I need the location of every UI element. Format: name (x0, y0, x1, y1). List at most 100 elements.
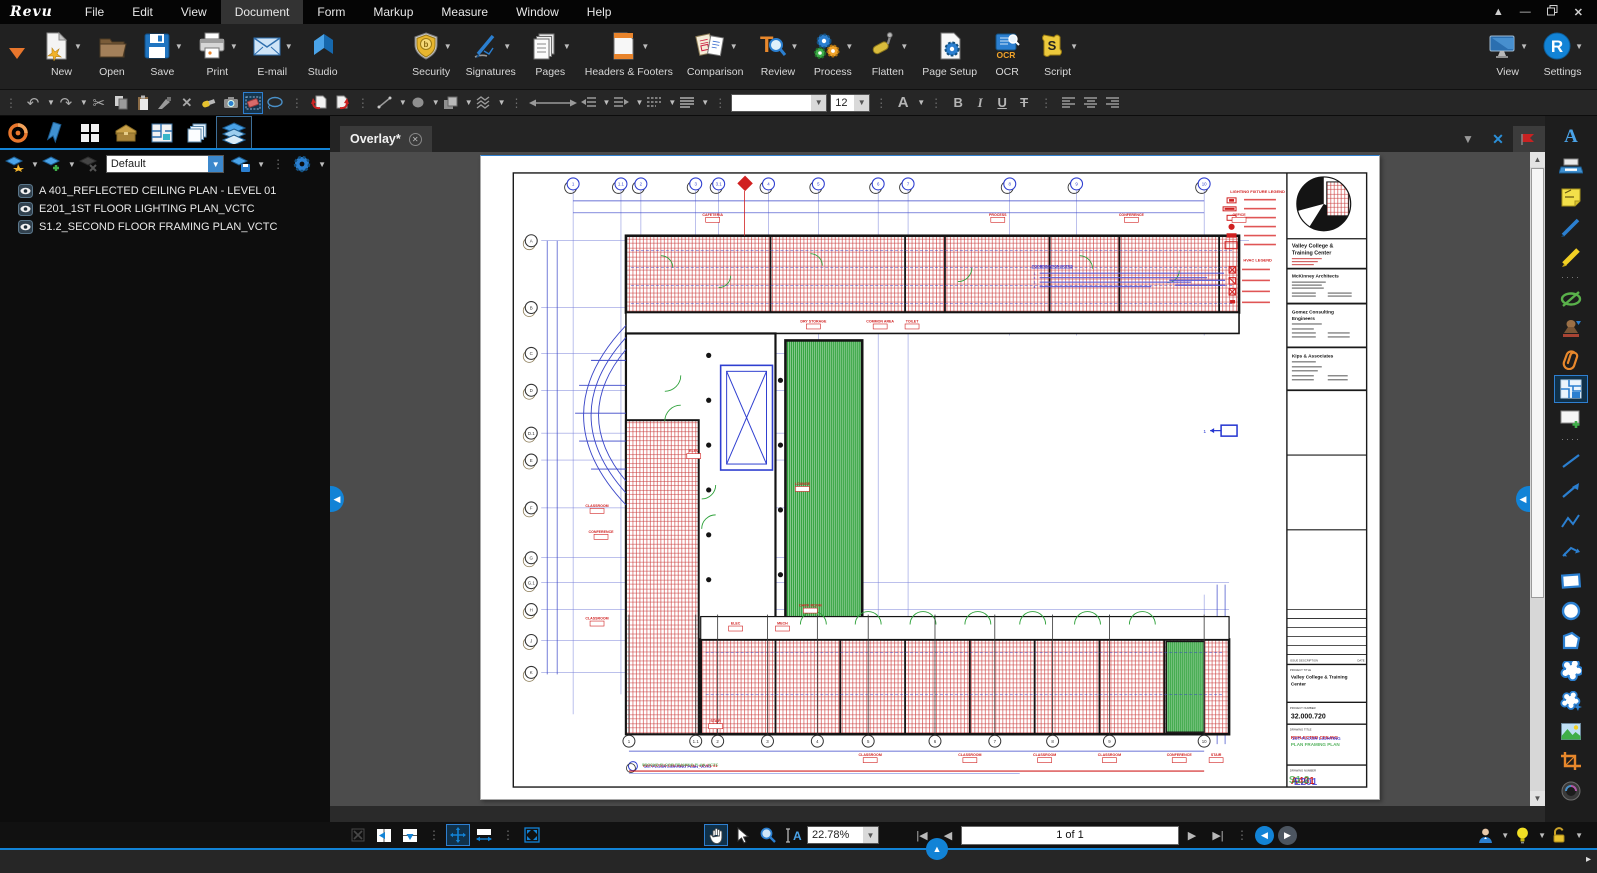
toolbar-flyout-button[interactable] (0, 24, 34, 84)
zoom-level-caret[interactable]: ▼ (863, 827, 878, 843)
paragraph-caret[interactable]: ▼ (701, 98, 709, 107)
vertical-scrollbar[interactable]: ▲ ▼ (1530, 152, 1545, 806)
align-right-button[interactable] (1102, 92, 1122, 114)
process-button[interactable]: ▼ Process (805, 24, 860, 78)
page-setup-button[interactable]: Page Setup (915, 24, 984, 78)
save-layers-button[interactable] (231, 153, 251, 175)
tips-caret[interactable]: ▼ (1538, 831, 1546, 840)
print-dropdown-caret[interactable]: ▼ (230, 42, 238, 51)
highlighter-tool-button[interactable] (1554, 243, 1588, 271)
undo-button[interactable]: ↶ (23, 92, 43, 114)
tips-button[interactable] (1510, 824, 1534, 846)
menu-edit[interactable]: Edit (118, 0, 167, 24)
list-button[interactable] (644, 92, 664, 114)
new-dropdown-caret[interactable]: ▼ (74, 42, 82, 51)
signatures-button[interactable]: ▼ Signatures (459, 24, 523, 78)
close-document-icon[interactable]: ✕ (1483, 131, 1513, 148)
paragraph-button[interactable] (677, 92, 697, 114)
hatch-tool-button[interactable] (474, 92, 494, 114)
font-size-combo[interactable]: 12▼ (830, 94, 870, 112)
markup-list-toggle-button[interactable] (1513, 126, 1545, 152)
flatten-button[interactable]: ▼ Flatten (860, 24, 915, 78)
layer-row[interactable]: E201_1ST FLOOR LIGHTING PLAN_VCTC (18, 200, 330, 218)
export-markups-button[interactable] (331, 92, 351, 114)
collapse-ribbon-icon[interactable]: ▲ (1493, 6, 1504, 18)
new-button[interactable]: ▼ New (34, 24, 89, 78)
menu-markup[interactable]: Markup (359, 0, 427, 24)
menu-document[interactable]: Document (221, 0, 304, 24)
tab-tool-chest[interactable] (108, 118, 144, 148)
list-caret[interactable]: ▼ (668, 98, 676, 107)
layer-visibility-icon[interactable] (18, 184, 33, 198)
menu-window[interactable]: Window (502, 0, 573, 24)
layer-row[interactable]: A 401_REFLECTED CEILING PLAN - LEVEL 01 (18, 182, 330, 200)
indent-right-button[interactable] (611, 92, 631, 114)
layers-settings-button[interactable] (292, 153, 312, 175)
pages-button[interactable]: ▼ Pages (523, 24, 578, 78)
ellipse-markup-button[interactable] (1554, 597, 1588, 625)
align-left-button[interactable] (1058, 92, 1078, 114)
tab-close-icon[interactable]: ✕ (409, 133, 422, 146)
review-dropdown-caret[interactable]: ▼ (790, 42, 798, 51)
comparison-dropdown-caret[interactable]: ▼ (730, 42, 738, 51)
indent-left-caret[interactable]: ▼ (603, 98, 611, 107)
ocr-button[interactable]: OCR OCR (984, 24, 1030, 78)
save-layers-caret[interactable]: ▼ (257, 160, 265, 169)
polyline-markup-button[interactable] (1554, 507, 1588, 535)
menu-form[interactable]: Form (303, 0, 359, 24)
undo-caret[interactable]: ▼ (47, 98, 55, 107)
layers-settings-caret[interactable]: ▼ (318, 160, 326, 169)
pages-dropdown-caret[interactable]: ▼ (563, 42, 571, 51)
eraser-button[interactable] (243, 92, 263, 114)
process-dropdown-caret[interactable]: ▼ (845, 42, 853, 51)
flatten-dropdown-caret[interactable]: ▼ (900, 42, 908, 51)
view-button[interactable]: ▼ View (1480, 24, 1535, 78)
toolbar-grip[interactable]: ⋮ (5, 96, 17, 110)
font-family-combo[interactable]: ▼ (731, 94, 827, 112)
profile-button[interactable] (1473, 824, 1497, 846)
align-center-button[interactable] (1080, 92, 1100, 114)
split-horizontal-button[interactable] (398, 824, 422, 846)
layer-visibility-icon[interactable] (18, 220, 33, 234)
page-indicator[interactable]: 1 of 1 (961, 826, 1179, 845)
fit-width-button[interactable] (472, 824, 496, 846)
restore-icon[interactable] (1547, 5, 1558, 19)
markup-annotation[interactable]: 1 (1203, 425, 1237, 436)
security-button[interactable]: b ▼ Security (404, 24, 459, 78)
signatures-dropdown-caret[interactable]: ▼ (503, 42, 511, 51)
import-markups-button[interactable] (309, 92, 329, 114)
print-button[interactable]: ▼ Print (190, 24, 245, 78)
italic-button[interactable]: I (970, 92, 990, 114)
redo-caret[interactable]: ▼ (80, 98, 88, 107)
font-family-caret[interactable]: ▼ (811, 95, 826, 111)
bold-button[interactable]: B (948, 92, 968, 114)
layer-row[interactable]: S1.2_SECOND FLOOR FRAMING PLAN_VCTC (18, 218, 330, 236)
previous-view-button[interactable]: ◀ (1255, 826, 1274, 845)
document-security-button[interactable] (1547, 824, 1571, 846)
collapse-left-panel-handle[interactable]: ◀ (330, 486, 344, 512)
settings-button[interactable]: R ▼ Settings (1535, 24, 1597, 78)
layer-profile-combo[interactable]: Default▼ (106, 155, 224, 173)
text-tool-button[interactable]: A (1554, 123, 1588, 151)
strikethrough-button[interactable]: T (1014, 92, 1034, 114)
menu-file[interactable]: File (71, 0, 118, 24)
view-dropdown-caret[interactable]: ▼ (1520, 42, 1528, 51)
snapshot-button[interactable] (221, 92, 241, 114)
bottom-resize-icon[interactable]: ▸ (1586, 854, 1591, 865)
select-tool-button[interactable] (730, 824, 754, 846)
minimize-icon[interactable]: — (1520, 6, 1531, 18)
tab-list-dropdown-icon[interactable]: ▼ (1453, 132, 1483, 146)
create-view-button[interactable] (1554, 405, 1588, 433)
group-tool-button[interactable] (441, 92, 461, 114)
hide-markups-button[interactable] (1554, 285, 1588, 313)
hatch-tool-caret[interactable]: ▼ (498, 98, 506, 107)
split-vertical-button[interactable] (372, 824, 396, 846)
pdf-page[interactable]: LIGHTING FIXTURE LEGEND HVAC (480, 155, 1380, 800)
pan-tool-button[interactable] (704, 824, 728, 846)
layer-visibility-icon[interactable] (18, 202, 33, 216)
note-tool-button[interactable] (1554, 183, 1588, 211)
crop-tool-button[interactable] (1554, 747, 1588, 775)
delete-button[interactable]: ✕ (177, 92, 197, 114)
lasso-button[interactable] (265, 92, 285, 114)
vertical-scroll-thumb[interactable] (1531, 168, 1544, 598)
